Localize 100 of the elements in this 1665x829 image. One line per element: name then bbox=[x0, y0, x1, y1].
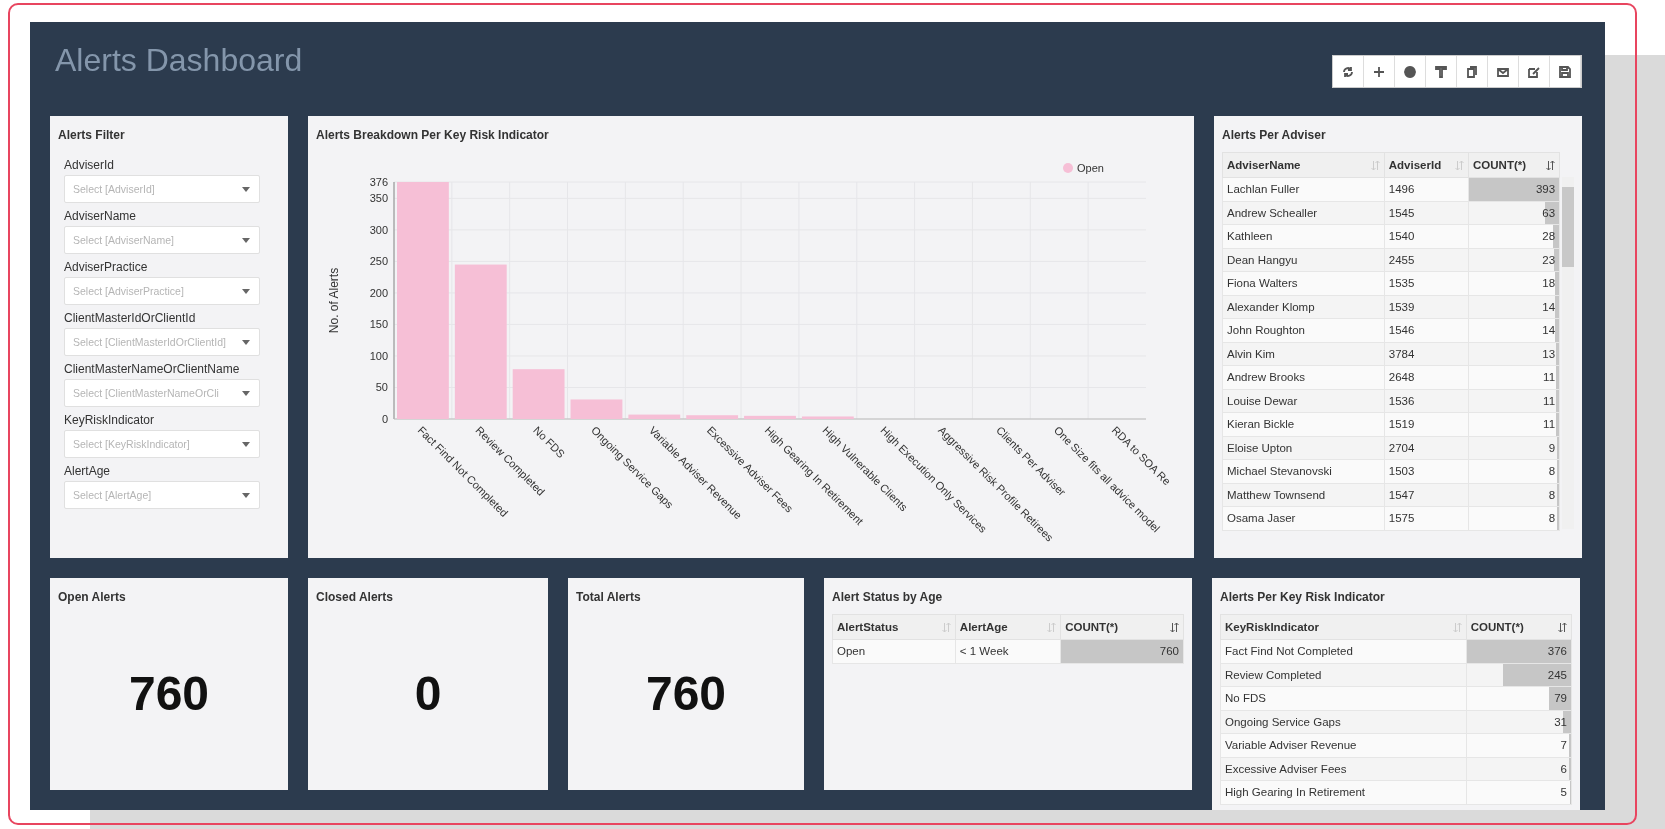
table-cell: Fiona Walters bbox=[1227, 277, 1298, 290]
field-label: AlertAge bbox=[64, 464, 111, 478]
column-header[interactable]: KeyRiskIndicator bbox=[1225, 621, 1319, 633]
table-cell: 393 bbox=[1535, 183, 1556, 196]
legend-label: Open bbox=[1077, 162, 1104, 174]
table-cell: 11 bbox=[1543, 394, 1556, 407]
panel-title: Total Alerts bbox=[576, 590, 642, 604]
table-cell: 1519 bbox=[1388, 418, 1415, 431]
field-label: ClientMasterIdOrClientId bbox=[64, 311, 196, 325]
panel-title: Alert Status by Age bbox=[832, 590, 944, 604]
table-cell: 11 bbox=[1543, 371, 1556, 384]
table-cell: 14 bbox=[1542, 300, 1556, 313]
table-cell: 8 bbox=[1548, 512, 1556, 525]
select-field[interactable]: Select [KeyRiskIndicator] bbox=[64, 430, 260, 458]
table-cell: Andrew Brooks bbox=[1227, 371, 1305, 384]
save-icon bbox=[1558, 64, 1572, 79]
panel-title: Open Alerts bbox=[58, 590, 127, 604]
table-cell: 1575 bbox=[1388, 512, 1415, 525]
copy-icon bbox=[1465, 64, 1479, 79]
tick-label: 100 bbox=[369, 349, 388, 362]
caret-icon bbox=[242, 289, 250, 294]
table-cell: 14 bbox=[1542, 324, 1556, 337]
table-cell: 8 bbox=[1548, 488, 1556, 501]
select-field[interactable]: Select [AdviserId] bbox=[64, 175, 260, 203]
select-field[interactable]: Select [AdviserPractice] bbox=[64, 277, 260, 305]
table-cell: 760 bbox=[1159, 645, 1179, 658]
field-label: AdviserPractice bbox=[64, 260, 148, 274]
table-cell: 1503 bbox=[1388, 465, 1415, 478]
panel-title: Closed Alerts bbox=[316, 590, 394, 604]
table-cell: 1547 bbox=[1388, 488, 1415, 501]
sort-icon[interactable] bbox=[1558, 621, 1567, 633]
bar bbox=[628, 414, 681, 419]
panel-title: Alerts Per Key Risk Indicator bbox=[1220, 590, 1386, 604]
field-label: AdviserId bbox=[64, 158, 115, 172]
table-cell: Kieran Bickle bbox=[1227, 418, 1295, 431]
edit-icon bbox=[1527, 64, 1541, 79]
tick-label: 350 bbox=[369, 192, 388, 205]
table-cell: Review Completed bbox=[1225, 668, 1322, 681]
tick-label: 150 bbox=[369, 318, 388, 331]
table-cell: 23 bbox=[1542, 253, 1556, 266]
bar bbox=[570, 399, 623, 419]
caret-icon bbox=[242, 340, 250, 345]
select-field[interactable]: Select [AlertAge] bbox=[64, 481, 260, 509]
tick-label: 200 bbox=[369, 286, 388, 299]
table-cell: 1545 bbox=[1388, 206, 1415, 219]
select-field[interactable]: Select [AdviserName] bbox=[64, 226, 260, 254]
caret-icon bbox=[242, 238, 250, 243]
dashboard-title: Alerts Dashboard bbox=[55, 42, 303, 79]
panel-title: Alerts Filter bbox=[58, 128, 125, 142]
table-cell: Kathleen bbox=[1227, 230, 1273, 243]
table-cell: Matthew Townsend bbox=[1227, 488, 1326, 501]
panel-title: Alerts Per Adviser bbox=[1222, 128, 1327, 142]
table-cell: 6 bbox=[1560, 762, 1567, 775]
table-cell: John Roughton bbox=[1227, 324, 1305, 337]
table-cell: 7 bbox=[1560, 739, 1567, 752]
sort-icon[interactable] bbox=[1170, 621, 1179, 633]
table-cell: Alvin Kim bbox=[1227, 347, 1275, 360]
tick-label: 376 bbox=[369, 176, 388, 188]
table-cell: 31 bbox=[1554, 715, 1567, 728]
table-cell: 8 bbox=[1548, 465, 1556, 478]
bar bbox=[801, 416, 854, 419]
refresh-icon bbox=[1341, 64, 1355, 79]
bar bbox=[512, 369, 565, 419]
table-cell: 1546 bbox=[1388, 324, 1415, 337]
select-field[interactable]: Select [ClientMasterIdOrClientId] bbox=[64, 328, 260, 356]
scrollbar[interactable] bbox=[1562, 177, 1574, 529]
table-cell: 18 bbox=[1542, 277, 1556, 290]
table-cell: No FDS bbox=[1225, 692, 1266, 705]
table-cell: 245 bbox=[1547, 668, 1567, 681]
table-cell: 1496 bbox=[1388, 183, 1415, 196]
tick-label: 300 bbox=[369, 223, 388, 236]
table-cell: 1540 bbox=[1388, 230, 1415, 243]
field-label: KeyRiskIndicator bbox=[64, 413, 155, 427]
sort-icon[interactable] bbox=[1546, 159, 1556, 171]
table-cell: Eloise Upton bbox=[1227, 441, 1293, 454]
table-cell: Andrew Schealler bbox=[1227, 206, 1318, 219]
panel-title: Alerts Breakdown Per Key Risk Indicator bbox=[316, 128, 550, 142]
field-label: AdviserName bbox=[64, 209, 137, 223]
bar bbox=[686, 415, 739, 419]
caret-icon bbox=[242, 187, 250, 192]
stat-value: 0 bbox=[413, 665, 443, 722]
caret-icon bbox=[242, 493, 250, 498]
stat-value: 760 bbox=[644, 665, 728, 722]
table-cell: Alexander Klomp bbox=[1227, 300, 1315, 313]
table-cell: Open bbox=[837, 645, 866, 658]
select-field[interactable]: Select [ClientMasterNameOrCli bbox=[64, 379, 260, 407]
table-cell: 2648 bbox=[1388, 371, 1415, 384]
table-cell: Excessive Adviser Fees bbox=[1225, 762, 1347, 775]
table-cell: 63 bbox=[1542, 206, 1556, 219]
table-cell: 13 bbox=[1542, 347, 1556, 360]
table-cell: Ongoing Service Gaps bbox=[1225, 715, 1341, 728]
table-cell: High Gearing In Retirement bbox=[1225, 786, 1365, 799]
table-cell: 1535 bbox=[1388, 277, 1415, 290]
stat-value: 760 bbox=[127, 665, 211, 722]
table-cell: 1539 bbox=[1388, 300, 1415, 313]
table-cell: 2704 bbox=[1388, 441, 1415, 454]
axis-title: No. of Alerts bbox=[327, 267, 341, 334]
table-cell: 1536 bbox=[1388, 394, 1415, 407]
bar bbox=[744, 415, 796, 419]
table-cell: Variable Adviser Revenue bbox=[1225, 739, 1357, 752]
